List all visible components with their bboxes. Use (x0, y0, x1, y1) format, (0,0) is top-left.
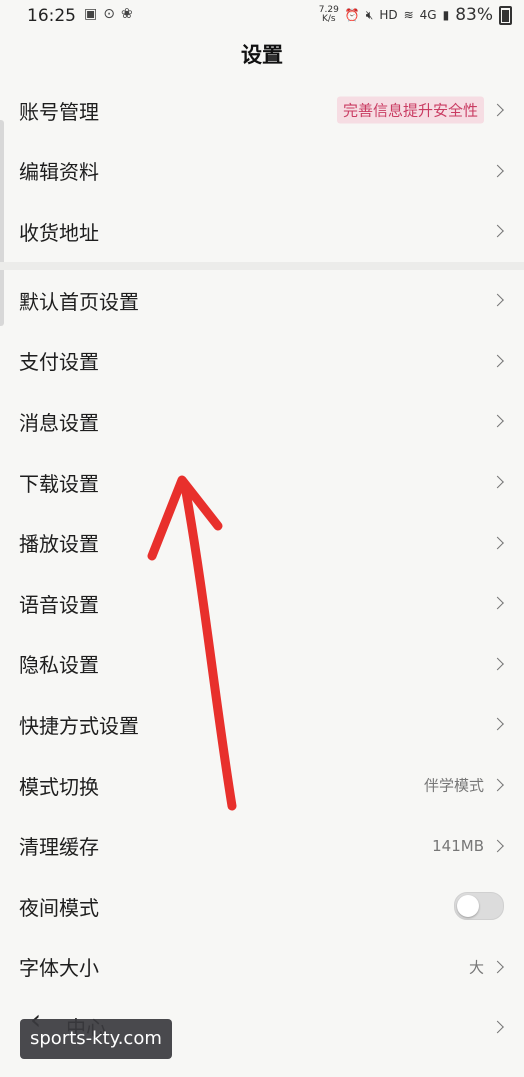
row-label: 快捷方式设置 (19, 713, 139, 738)
cache-size-value: 141MB (432, 836, 484, 855)
settings-group-account: 账号管理 完善信息提升安全性 编辑资料 收货地址 (0, 80, 524, 262)
row-label: 账号管理 (19, 99, 99, 124)
settings-row-account-management[interactable]: 账号管理 完善信息提升安全性 (0, 80, 524, 141)
security-hint-badge: 完善信息提升安全性 (336, 96, 484, 124)
alarm-icon: ⏰ (344, 8, 360, 22)
settings-row-shortcuts[interactable]: 快捷方式设置 (0, 694, 524, 755)
mute-icon: 🔇︎ (365, 7, 374, 22)
chevron-right-icon (491, 839, 504, 853)
settings-group-general: 默认首页设置 支付设置 消息设置 下载设置 播放设置 语音设置 隐私设置 快捷方… (0, 270, 524, 1058)
settings-row-playback[interactable]: 播放设置 (0, 512, 524, 573)
signal-icon: ▮ (442, 8, 450, 22)
settings-row-privacy[interactable]: 隐私设置 (0, 634, 524, 695)
row-label: 播放设置 (19, 532, 99, 557)
row-label: 编辑资料 (19, 160, 99, 185)
settings-row-payment[interactable]: 支付设置 (0, 331, 524, 392)
status-time: 16:25 (27, 6, 76, 26)
row-label: 清理缓存 (19, 835, 99, 860)
image-icon: ▣ (84, 6, 104, 22)
settings-row-messages[interactable]: 消息设置 (0, 391, 524, 452)
settings-row-night-mode: 夜间模式 (0, 876, 524, 937)
settings-row-default-homepage[interactable]: 默认首页设置 (0, 270, 524, 331)
toggle-knob (457, 895, 479, 918)
row-label: 夜间模式 (19, 895, 99, 920)
title-bar: 设置 (0, 32, 524, 78)
chevron-right-icon (491, 596, 504, 610)
settings-row-voice[interactable]: 语音设置 (0, 573, 524, 634)
settings-row-font-size[interactable]: 字体大小 大 (0, 937, 524, 998)
settings-row-download[interactable]: 下载设置 (0, 452, 524, 513)
chevron-right-icon (491, 293, 504, 307)
wifi-icon: ≋ (403, 8, 414, 22)
chevron-right-icon (491, 718, 504, 731)
chevron-right-icon (491, 657, 504, 671)
circle-dot-icon: ⊙ (103, 6, 121, 22)
chevron-right-icon (491, 475, 504, 489)
row-label: 默认首页设置 (19, 289, 139, 314)
row-label: 模式切换 (19, 774, 99, 799)
row-label: 收货地址 (19, 220, 99, 245)
row-label: 隐私设置 (19, 653, 99, 678)
chevron-right-icon (491, 536, 504, 550)
network-type: 4G (419, 8, 437, 22)
notification-icons: ▣⊙❀ (84, 6, 139, 22)
section-divider (0, 262, 524, 270)
settings-row-edit-profile[interactable]: 编辑资料 (0, 141, 524, 202)
hd-label: HD (379, 8, 398, 22)
chevron-right-icon (491, 1021, 504, 1034)
status-right: 7.29 K/s ⏰ 🔇︎ HD ≋ 4G ▮ 83% (319, 5, 512, 25)
paw-icon: ❀ (120, 6, 139, 22)
chevron-right-icon (491, 778, 504, 792)
chevron-right-icon (491, 164, 504, 178)
row-label: 下载设置 (19, 471, 99, 496)
font-size-value: 大 (468, 958, 484, 977)
row-label: 消息设置 (19, 410, 99, 435)
watermark: sports-kty.com (20, 1019, 172, 1059)
settings-row-shipping-address[interactable]: 收货地址 (0, 201, 524, 262)
battery-icon (499, 5, 512, 25)
settings-row-clear-cache[interactable]: 清理缓存 141MB (0, 815, 524, 876)
network-speed: 7.29 K/s (318, 5, 339, 24)
row-label: 支付设置 (19, 350, 99, 375)
settings-row-mode-switch[interactable]: 模式切换 伴学模式 (0, 755, 524, 816)
chevron-right-icon (491, 103, 504, 117)
night-mode-toggle[interactable] (454, 892, 504, 921)
chevron-right-icon (491, 960, 504, 974)
battery-percent: 83% (455, 5, 493, 25)
chevron-right-icon (491, 225, 504, 238)
chevron-right-icon (491, 415, 504, 428)
row-label: 字体大小 (19, 956, 99, 981)
status-bar: 16:25 ▣⊙❀ 7.29 K/s ⏰ 🔇︎ HD ≋ 4G ▮ 83% (0, 0, 524, 32)
chevron-right-icon (491, 354, 504, 368)
mode-value: 伴学模式 (423, 776, 484, 795)
row-label: 语音设置 (19, 592, 99, 617)
page-title: 设置 (241, 43, 283, 67)
